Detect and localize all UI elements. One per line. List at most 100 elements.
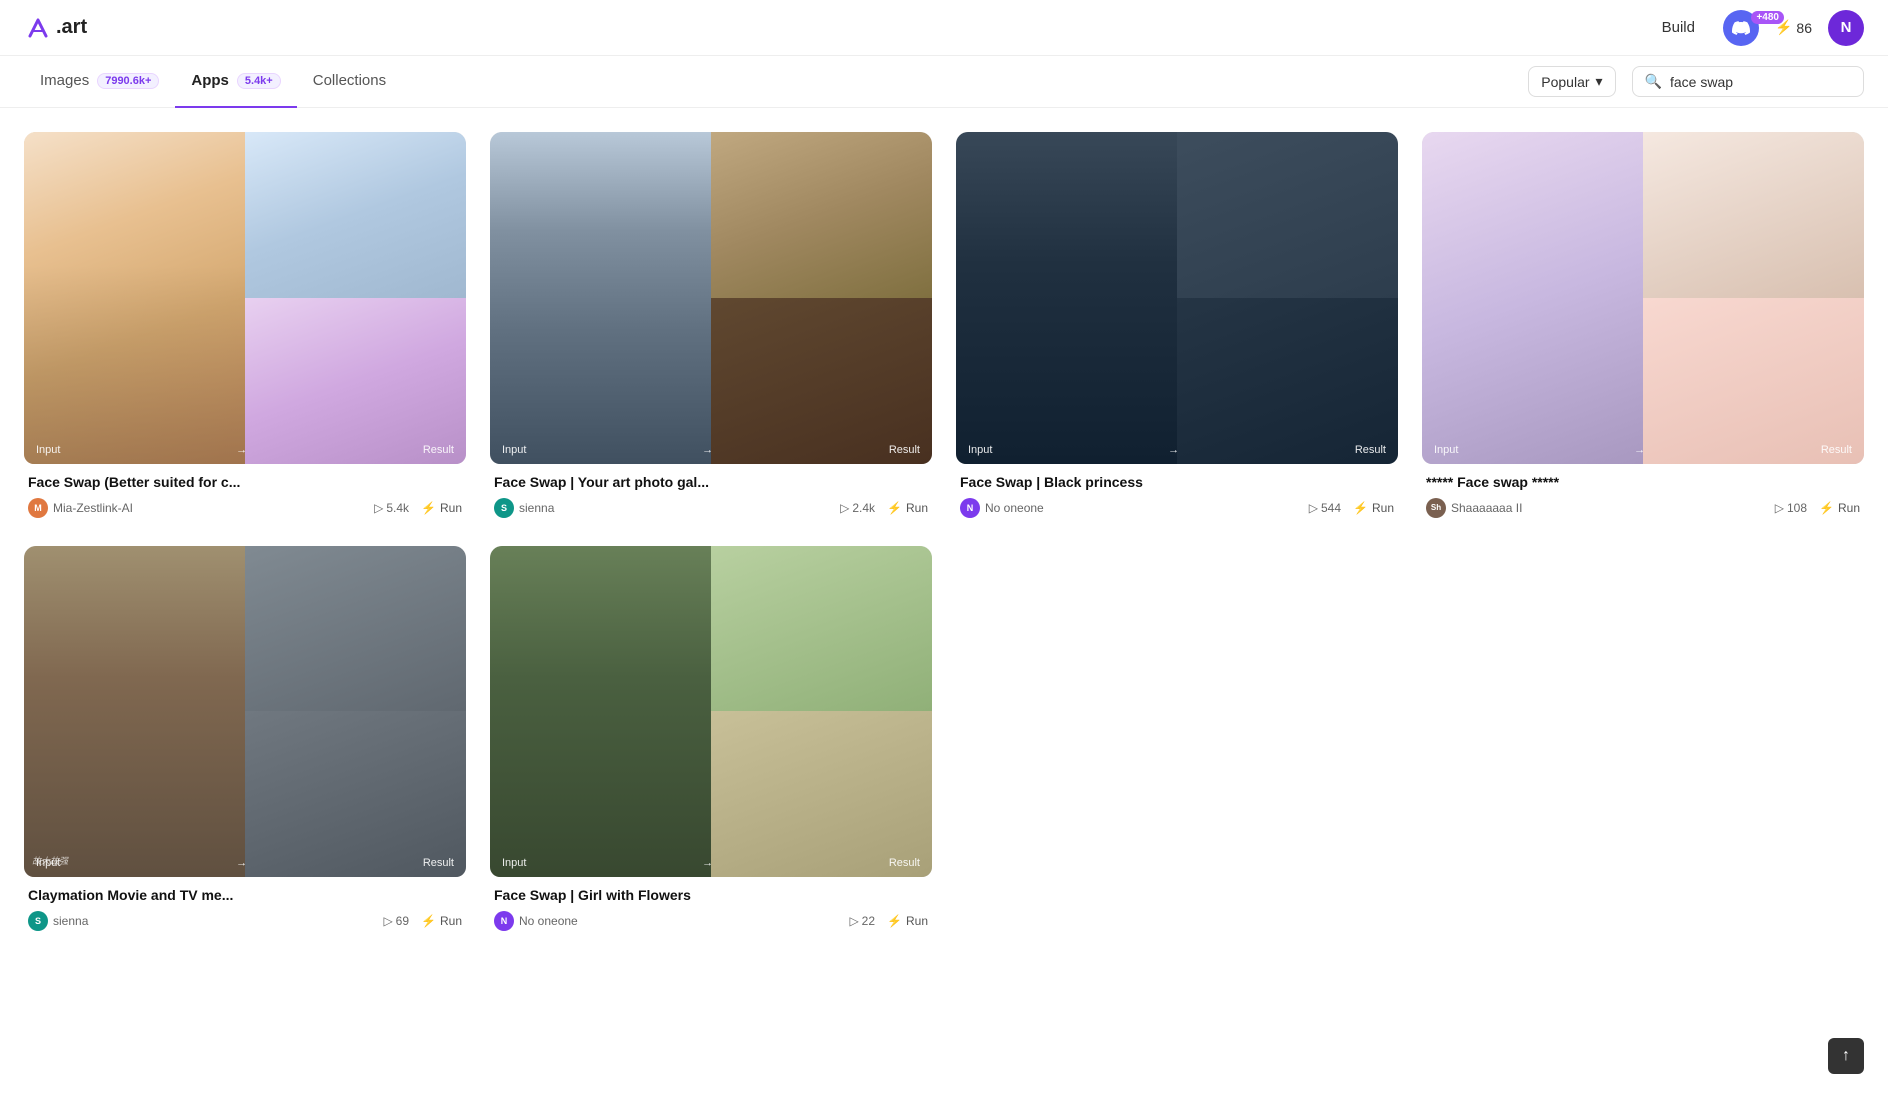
avatar: N [960, 498, 980, 518]
avatar: N [494, 911, 514, 931]
scroll-top-button[interactable]: ↑ [1828, 1038, 1864, 1074]
card-title: Face Swap | Black princess [960, 474, 1394, 490]
author-name: sienna [519, 501, 554, 515]
logo[interactable]: .art [24, 14, 87, 42]
card-image: Input → Result [956, 132, 1398, 464]
run-label: Run [440, 501, 462, 515]
run-label: Run [906, 914, 928, 928]
card-image: Input → Result [24, 132, 466, 464]
result-image-bot [711, 711, 932, 877]
card-info: ***** Face swap ***** Sh Shaaaaaaa II ▷ … [1422, 464, 1864, 522]
tab-images[interactable]: Images 7990.6k+ [24, 56, 175, 108]
card-image: Input → Result [1422, 132, 1864, 464]
run-button[interactable]: ⚡ Run [1819, 501, 1860, 515]
card-author: S sienna [494, 498, 828, 518]
card-image: Input → Result [490, 132, 932, 464]
result-image-bot [711, 298, 932, 464]
build-button[interactable]: Build [1650, 13, 1707, 42]
wand-icon: ⚡ [1353, 501, 1368, 515]
tab-images-badge: 7990.6k+ [97, 73, 159, 89]
tab-apps[interactable]: Apps 5.4k+ [175, 56, 296, 108]
author-name: Mia-Zestlink-AI [53, 501, 133, 515]
card-image: 故大故强 Input → Result [24, 546, 466, 878]
tab-apps-label: Apps [191, 72, 229, 89]
play-icon: ▷ [1775, 501, 1784, 515]
bolt-count: 86 [1796, 20, 1812, 36]
author-name: sienna [53, 914, 88, 928]
arrow-up-icon: ↑ [1842, 1047, 1850, 1065]
filter-label: Popular [1541, 74, 1589, 90]
result-image-bot [1177, 298, 1398, 464]
result-image-top [711, 546, 932, 712]
result-image-top [245, 132, 466, 298]
view-count: 108 [1787, 501, 1807, 515]
input-image [490, 546, 711, 878]
notification-badge: +480 [1751, 11, 1784, 24]
author-name: Shaaaaaaa II [1451, 501, 1522, 515]
card-info: Face Swap | Black princess N No oneone ▷… [956, 464, 1398, 522]
result-image-mid [245, 298, 466, 464]
card-info: Face Swap | Your art photo gal... S sien… [490, 464, 932, 522]
run-label: Run [440, 914, 462, 928]
result-image-bot [245, 711, 466, 877]
play-icon: ▷ [374, 501, 383, 515]
card-views: ▷ 5.4k [374, 501, 409, 515]
chevron-down-icon: ▾ [1596, 73, 1603, 90]
card-image: Input → Result [490, 546, 932, 878]
list-item[interactable]: Input → Result Face Swap (Better suited … [24, 132, 466, 522]
card-author: Sh Shaaaaaaa II [1426, 498, 1763, 518]
list-item[interactable]: 故大故强 Input → Result Claymation Movie and… [24, 546, 466, 936]
wand-icon: ⚡ [887, 914, 902, 928]
list-item[interactable]: Input → Result Face Swap | Your art phot… [490, 132, 932, 522]
tab-collections[interactable]: Collections [297, 56, 402, 108]
avatar: Sh [1426, 498, 1446, 518]
notification-button[interactable]: +480 ⚡ 86 [1775, 19, 1812, 36]
card-info: Face Swap (Better suited for c... M Mia-… [24, 464, 466, 522]
wand-icon: ⚡ [421, 914, 436, 928]
run-button[interactable]: ⚡ Run [421, 914, 462, 928]
list-item[interactable]: Input → Result ***** Face swap ***** Sh … [1422, 132, 1864, 522]
author-name: No oneone [985, 501, 1044, 515]
author-name: No oneone [519, 914, 578, 928]
run-button[interactable]: ⚡ Run [887, 501, 928, 515]
card-views: ▷ 544 [1309, 501, 1341, 515]
card-author: N No oneone [494, 911, 837, 931]
input-image [1422, 132, 1643, 464]
run-button[interactable]: ⚡ Run [421, 501, 462, 515]
run-label: Run [1372, 501, 1394, 515]
card-title: ***** Face swap ***** [1426, 474, 1860, 490]
list-item[interactable]: Input → Result Face Swap | Girl with Flo… [490, 546, 932, 936]
play-icon: ▷ [840, 501, 849, 515]
run-label: Run [906, 501, 928, 515]
card-meta: N No oneone ▷ 22 ⚡ Run [494, 911, 928, 931]
list-item[interactable]: Input → Result Face Swap | Black princes… [956, 132, 1398, 522]
logo-text: .art [56, 16, 87, 39]
header: .art Build +480 ⚡ 86 N [0, 0, 1888, 56]
input-image [956, 132, 1177, 464]
search-input[interactable] [1670, 74, 1851, 90]
avatar: S [28, 911, 48, 931]
input-image: 故大故强 [24, 546, 245, 878]
view-count: 69 [396, 914, 409, 928]
view-count: 544 [1321, 501, 1341, 515]
avatar: S [494, 498, 514, 518]
view-count: 22 [862, 914, 875, 928]
tab-apps-badge: 5.4k+ [237, 73, 281, 89]
play-icon: ▷ [383, 914, 392, 928]
run-button[interactable]: ⚡ Run [887, 914, 928, 928]
card-views: ▷ 108 [1775, 501, 1807, 515]
card-title: Face Swap (Better suited for c... [28, 474, 462, 490]
user-avatar-button[interactable]: N [1828, 10, 1864, 46]
card-title: Face Swap | Girl with Flowers [494, 887, 928, 903]
filter-button[interactable]: Popular ▾ [1528, 66, 1615, 97]
card-title: Face Swap | Your art photo gal... [494, 474, 928, 490]
card-meta: S sienna ▷ 2.4k ⚡ Run [494, 498, 928, 518]
card-meta: S sienna ▷ 69 ⚡ Run [28, 911, 462, 931]
card-info: Face Swap | Girl with Flowers N No oneon… [490, 877, 932, 935]
run-button[interactable]: ⚡ Run [1353, 501, 1394, 515]
card-meta: Sh Shaaaaaaa II ▷ 108 ⚡ Run [1426, 498, 1860, 518]
result-image-bot [1643, 298, 1864, 464]
result-image-top [1643, 132, 1864, 298]
wand-icon: ⚡ [1819, 501, 1834, 515]
wand-icon: ⚡ [887, 501, 902, 515]
